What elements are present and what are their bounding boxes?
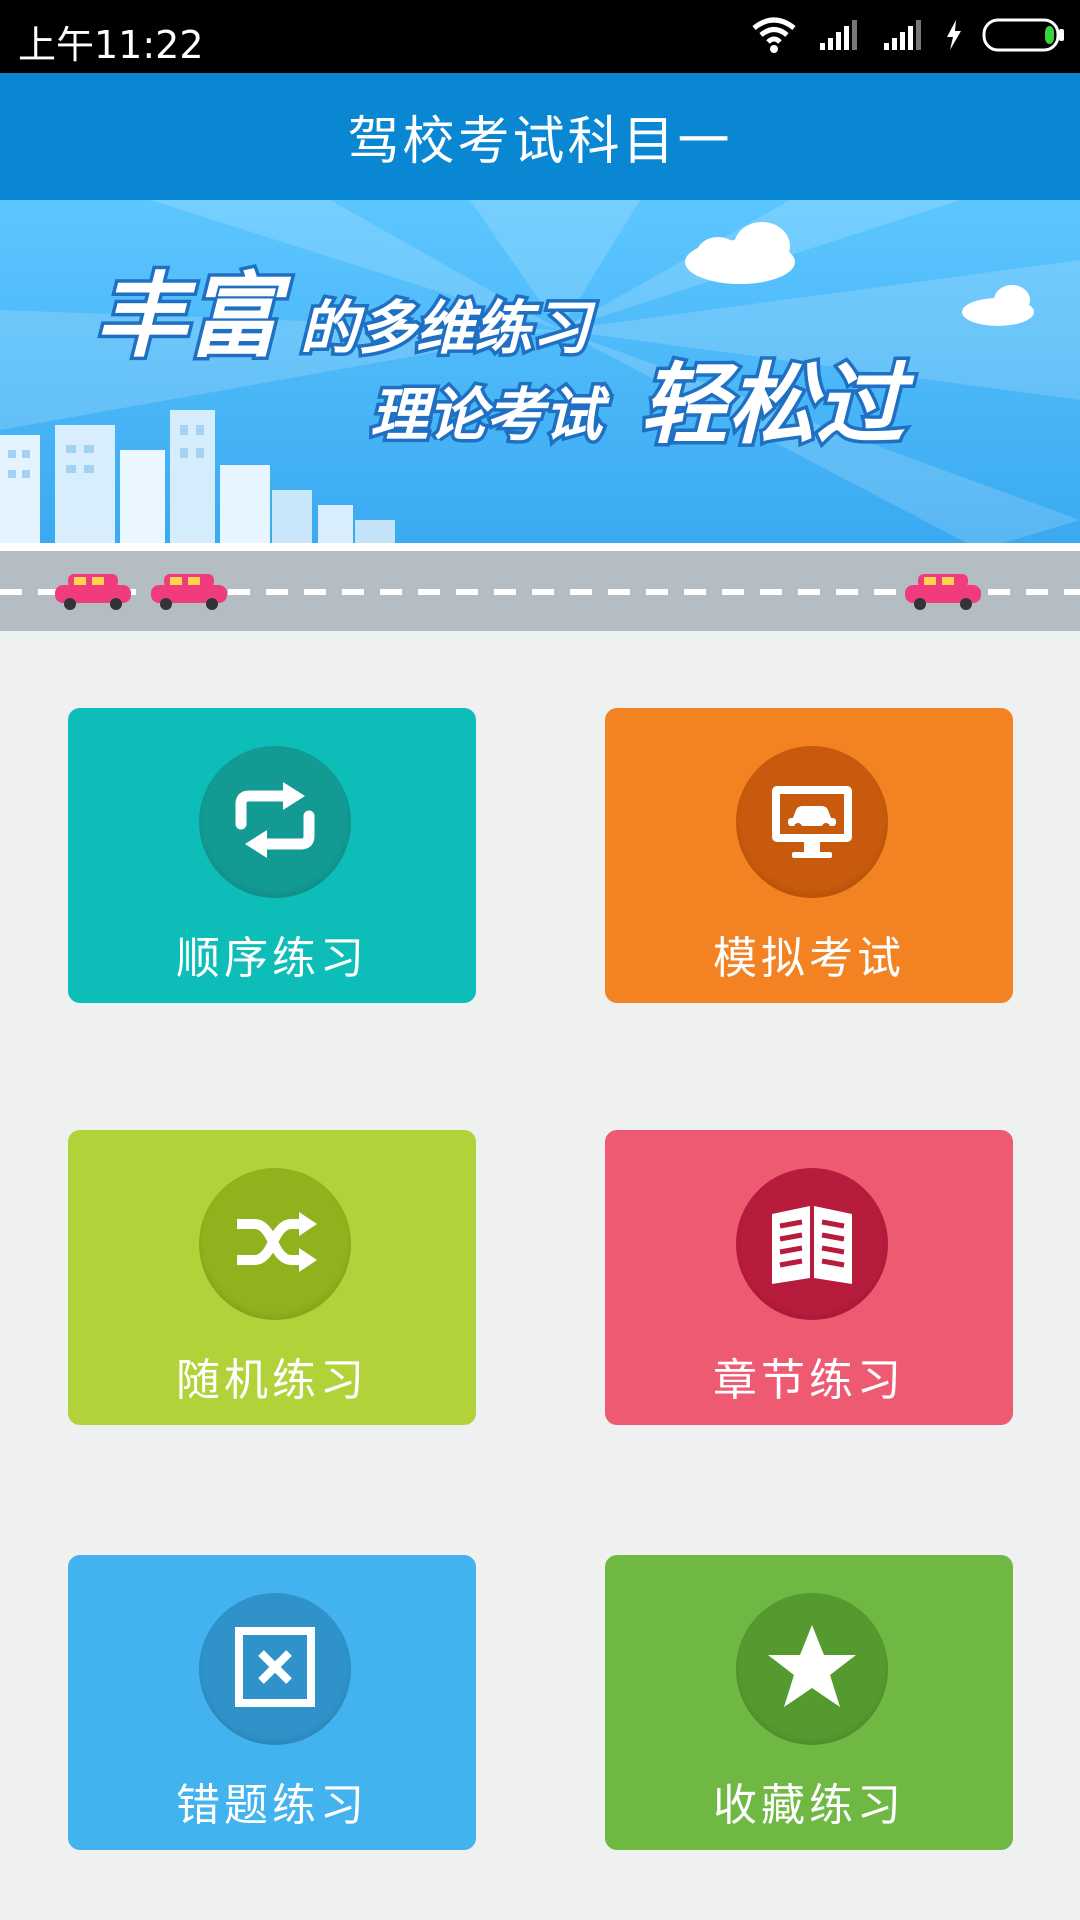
tile-icon-circle [736,746,888,898]
tile-label: 顺序练习 [176,933,368,984]
tile-icon-circle [736,1593,888,1745]
tile-random-practice[interactable]: 随机练习 [68,1130,476,1425]
road-edge [0,543,1080,551]
repeat-icon [225,770,325,874]
wifi-icon [750,16,798,58]
signal-icon [818,19,862,55]
tile-label: 模拟考试 [713,933,905,984]
tile-chapter-practice[interactable]: 章节练习 [605,1130,1013,1425]
charging-icon [946,20,962,54]
tile-mock-exam[interactable]: 模拟考试 [605,708,1013,1003]
banner-headline-big-1: 丰富 [95,263,292,370]
book-icon [762,1192,862,1296]
tile-label: 随机练习 [176,1355,368,1406]
status-time: 上午11:22 [18,23,204,67]
tile-favorites-practice[interactable]: 收藏练习 [605,1555,1013,1850]
status-bar: 上午11:22 [0,0,1080,73]
status-icons [750,16,1066,58]
app-bar: 驾校考试科目一 [0,73,1080,200]
banner-headline-small-1: 的多维练习 [300,294,596,362]
star-icon [762,1617,862,1721]
monitor-car-icon [762,770,862,874]
banner-headline-big-2: 轻松过 [640,353,915,456]
wrong-box-icon [225,1617,325,1721]
tile-sequential-practice[interactable]: 顺序练习 [68,708,476,1003]
tile-label: 收藏练习 [713,1780,905,1831]
tile-icon-circle [199,1168,351,1320]
tile-wrong-answers-practice[interactable]: 错题练习 [68,1555,476,1850]
battery-icon [982,18,1066,56]
promo-banner[interactable]: 丰富 的多维练习 理论考试 轻松过 [0,200,1080,640]
tile-icon-circle [199,746,351,898]
tile-label: 章节练习 [713,1355,905,1406]
banner-headline-small-2: 理论考试 [370,381,610,449]
signal-icon [882,19,926,55]
tile-icon-circle [736,1168,888,1320]
shuffle-icon [225,1192,325,1296]
tile-icon-circle [199,1593,351,1745]
tile-label: 错题练习 [176,1780,368,1831]
page-title: 驾校考试科目一 [347,112,733,172]
